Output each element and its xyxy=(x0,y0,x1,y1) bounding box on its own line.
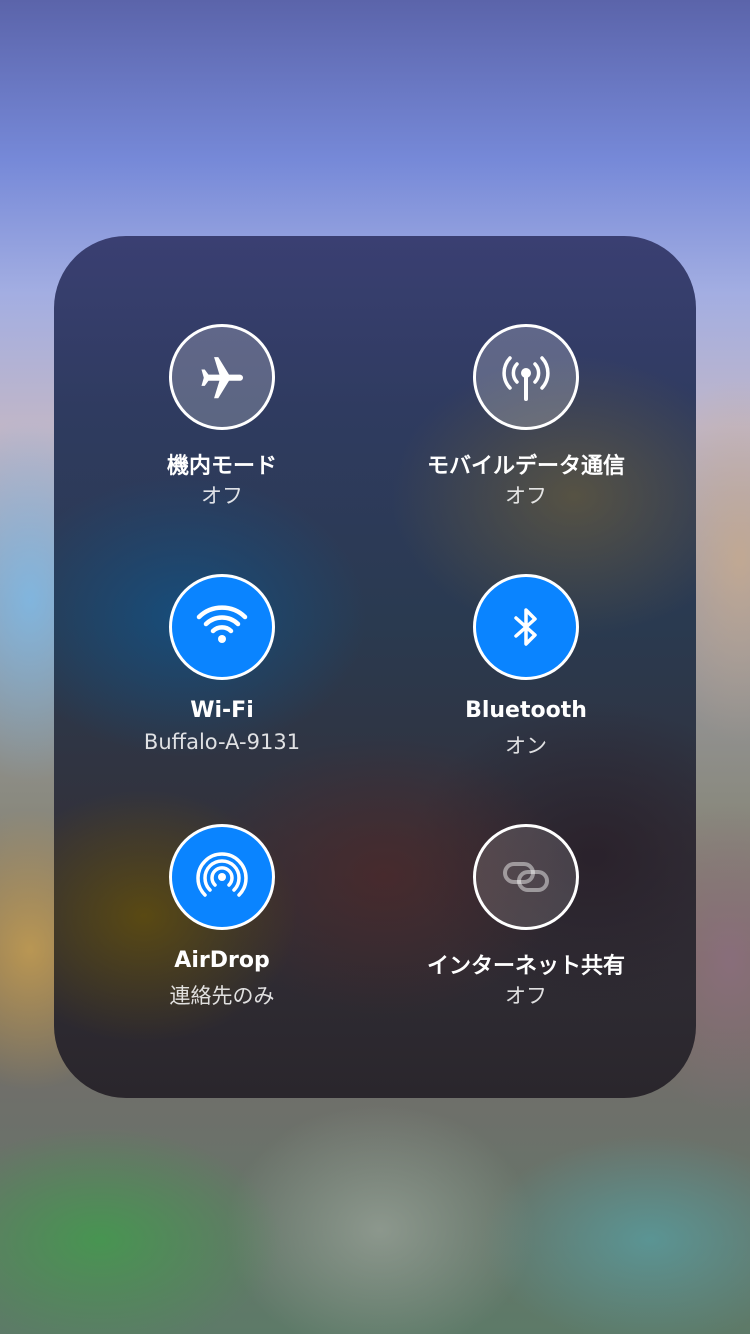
wifi-label: Wi-Fi xyxy=(190,698,254,723)
cellular-data-button[interactable] xyxy=(473,324,579,430)
cellular-data-status: オフ xyxy=(505,484,547,508)
bluetooth-button[interactable] xyxy=(473,574,579,680)
personal-hotspot-button[interactable] xyxy=(473,824,579,930)
bluetooth-label: Bluetooth xyxy=(465,698,587,723)
airplane-mode-status: オフ xyxy=(201,484,243,508)
bluetooth-icon xyxy=(498,599,554,655)
connectivity-panel: 機内モード オフ モバイルデータ通信 オフ Wi-Fi Buffalo-A-91… xyxy=(54,236,696,1098)
link-chain-icon xyxy=(497,848,555,906)
control-center-screen: 機内モード オフ モバイルデータ通信 オフ Wi-Fi Buffalo-A-91… xyxy=(0,0,750,1334)
airdrop-status: 連絡先のみ xyxy=(169,984,275,1008)
airplane-icon xyxy=(194,349,250,405)
wifi-icon xyxy=(194,599,250,655)
airdrop-icon xyxy=(193,848,251,906)
cellular-antenna-icon xyxy=(496,347,556,407)
cellular-data-label: モバイルデータ通信 xyxy=(426,454,625,479)
airplane-mode-button[interactable] xyxy=(169,324,275,430)
airplane-mode-label: 機内モード xyxy=(166,454,277,479)
bluetooth-status: オン xyxy=(505,734,547,758)
personal-hotspot-status: オフ xyxy=(505,984,547,1008)
airdrop-label: AirDrop xyxy=(174,948,270,973)
airdrop-button[interactable] xyxy=(169,824,275,930)
personal-hotspot-label: インターネット共有 xyxy=(426,954,625,979)
wifi-network-name: Buffalo-A-9131 xyxy=(143,730,301,754)
wifi-button[interactable] xyxy=(169,574,275,680)
